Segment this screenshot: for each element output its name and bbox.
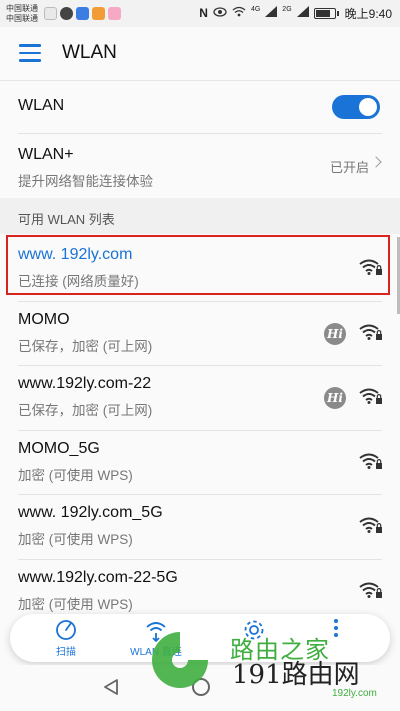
wlan-direct-label: WLAN 直连 bbox=[130, 647, 182, 658]
scan-button[interactable]: 扫描 bbox=[26, 614, 106, 662]
more-button[interactable] bbox=[296, 614, 376, 662]
wlan-plus-status: 已开启 bbox=[329, 160, 369, 175]
carrier-label-1: 中国联通 bbox=[6, 4, 38, 13]
network-row[interactable]: MOMO_5G 加密 (可使用 WPS) bbox=[0, 430, 400, 495]
network-row[interactable]: www.192ly.com-22 已保存，加密 (可上网) Hi bbox=[0, 366, 400, 431]
settings-button[interactable] bbox=[214, 614, 294, 662]
back-icon[interactable] bbox=[102, 678, 120, 696]
hi-link-icon: Hi bbox=[324, 322, 346, 345]
bottom-action-bar: 扫描 WLAN 直连 bbox=[10, 614, 390, 662]
wifi-lock-icon bbox=[359, 324, 382, 340]
network-ssid: www.192ly.com-22-5G bbox=[18, 568, 178, 586]
wechat-icon bbox=[60, 7, 73, 20]
wlan-plus-label: WLAN+ bbox=[18, 146, 74, 163]
network-row[interactable]: www. 192ly.com_5G 加密 (可使用 WPS) bbox=[0, 495, 400, 560]
network-row[interactable]: MOMO 已保存，加密 (可上网) Hi bbox=[0, 301, 400, 366]
network-type-label: 4G bbox=[250, 5, 261, 13]
app-header: WLAN bbox=[0, 27, 400, 81]
status-indicators: N 4G 2G 晚上9:40 bbox=[199, 5, 392, 21]
page-title: WLAN bbox=[62, 42, 117, 63]
hi-link-icon: Hi bbox=[324, 387, 346, 409]
wifi-lock-icon bbox=[359, 517, 382, 533]
nfc-icon: N bbox=[199, 6, 208, 20]
network-status: 加密 (可使用 WPS) bbox=[18, 532, 133, 547]
network-ssid: MOMO_5G bbox=[18, 439, 100, 457]
network-ssid: MOMO bbox=[18, 310, 70, 328]
network-ssid: www.192ly.com-22 bbox=[18, 375, 152, 392]
scan-label: 扫描 bbox=[56, 647, 76, 658]
system-nav-bar bbox=[0, 665, 400, 711]
eye-comfort-icon bbox=[213, 6, 227, 20]
network-status: 加密 (可使用 WPS) bbox=[18, 596, 133, 612]
wifi-status-icon bbox=[232, 6, 246, 20]
menu-icon[interactable] bbox=[19, 44, 41, 62]
network-status: 已保存，加密 (可上网) bbox=[18, 403, 153, 418]
switch-knob bbox=[359, 98, 377, 116]
home-icon[interactable] bbox=[192, 678, 210, 696]
wlan-label: WLAN bbox=[18, 97, 65, 114]
signal-icon bbox=[265, 6, 278, 20]
app-icon bbox=[92, 7, 105, 20]
wlan-direct-button[interactable]: WLAN 直连 bbox=[116, 614, 196, 662]
signal-icon-2 bbox=[296, 6, 309, 20]
wlan-direct-icon bbox=[146, 622, 166, 642]
connected-network-highlight bbox=[6, 235, 390, 295]
battery-icon bbox=[313, 7, 339, 19]
gear-icon bbox=[244, 620, 264, 640]
available-networks-label: 可用 WLAN 列表 bbox=[18, 212, 115, 227]
clock: 晚上9:40 bbox=[344, 6, 392, 21]
network-status: 已保存，加密 (可上网) bbox=[18, 338, 153, 354]
wifi-lock-icon bbox=[359, 388, 382, 404]
network-ssid: www. 192ly.com_5G bbox=[18, 504, 163, 521]
app-icon bbox=[108, 7, 121, 20]
app-icon bbox=[76, 7, 89, 20]
network-type-label-2: 2G bbox=[282, 5, 292, 13]
notification-app-icon bbox=[44, 7, 57, 20]
wifi-lock-icon bbox=[359, 582, 382, 598]
wlan-plus-description: 提升网络智能连接体验 bbox=[18, 174, 153, 189]
status-bar: 中国联通 中国联通 N 4G 2G 晚上9:40 bbox=[0, 0, 400, 27]
carrier-label-2: 中国联通 bbox=[6, 14, 38, 23]
wlan-switch[interactable] bbox=[332, 95, 380, 119]
network-status: 加密 (可使用 WPS) bbox=[18, 467, 133, 483]
scan-icon bbox=[56, 620, 76, 640]
wifi-lock-icon bbox=[359, 453, 382, 469]
more-vertical-icon bbox=[334, 619, 338, 637]
